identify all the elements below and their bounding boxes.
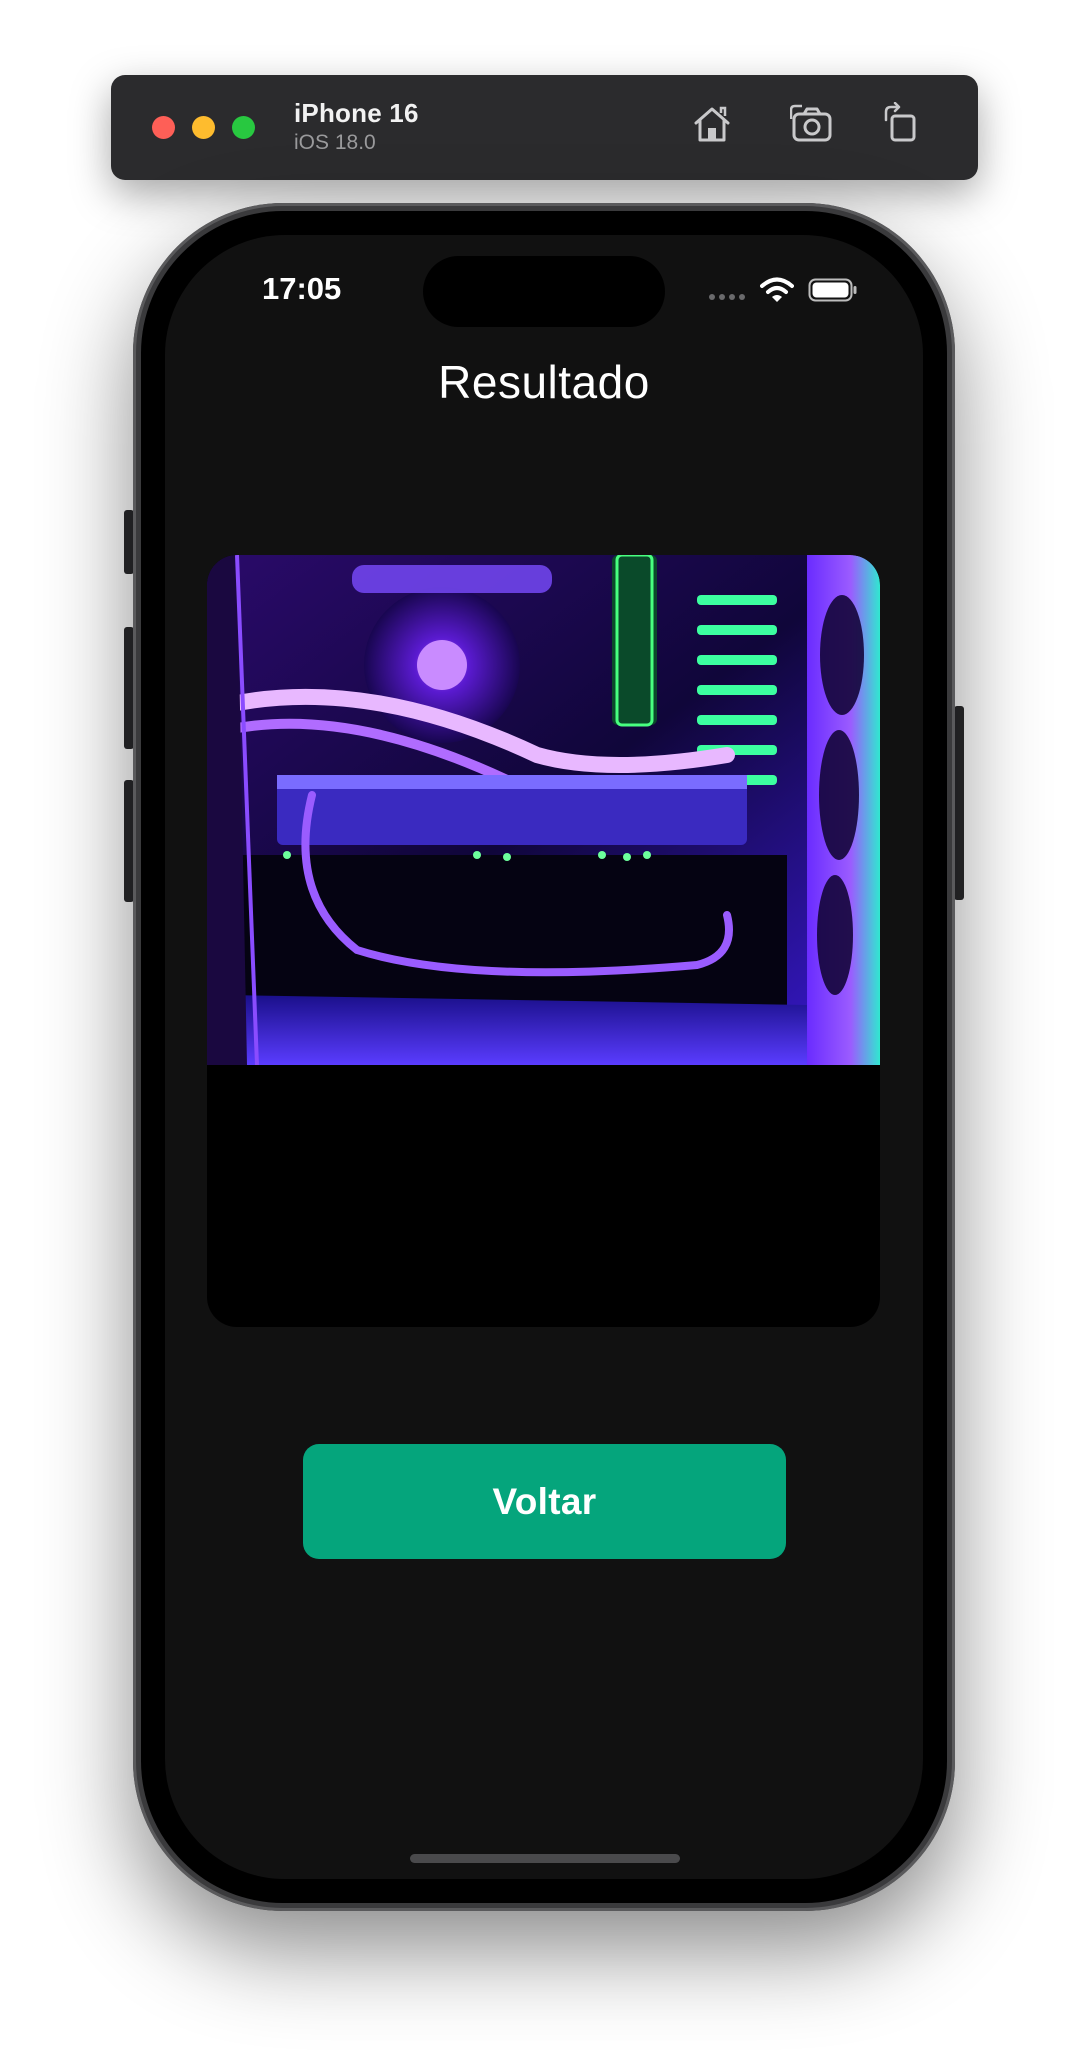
dynamic-island — [423, 256, 665, 327]
screenshot-icon[interactable] — [789, 102, 834, 146]
wifi-icon — [760, 277, 794, 303]
device-os-version: iOS 18.0 — [294, 131, 376, 154]
page-title: Resultado — [438, 356, 650, 408]
phone-screen: 17:05 Resultado Voltar — [165, 235, 923, 1879]
home-indicator[interactable] — [410, 1854, 680, 1863]
close-window-button[interactable] — [152, 116, 175, 139]
back-button[interactable]: Voltar — [303, 1444, 786, 1559]
power-button — [954, 706, 964, 900]
zoom-window-button[interactable] — [232, 116, 255, 139]
device-name: iPhone 16 — [294, 98, 419, 128]
result-card — [207, 555, 880, 1327]
minimize-window-button[interactable] — [192, 116, 215, 139]
home-icon[interactable] — [690, 102, 734, 146]
result-image — [207, 555, 880, 1065]
rotate-icon[interactable] — [880, 101, 924, 146]
battery-icon — [808, 278, 858, 302]
signal-dots-icon — [708, 293, 748, 301]
status-time: 17:05 — [262, 271, 342, 306]
simulator-window: iPhone 16 iOS 18.0 17:05 Resultado Volta… — [0, 0, 1088, 2062]
